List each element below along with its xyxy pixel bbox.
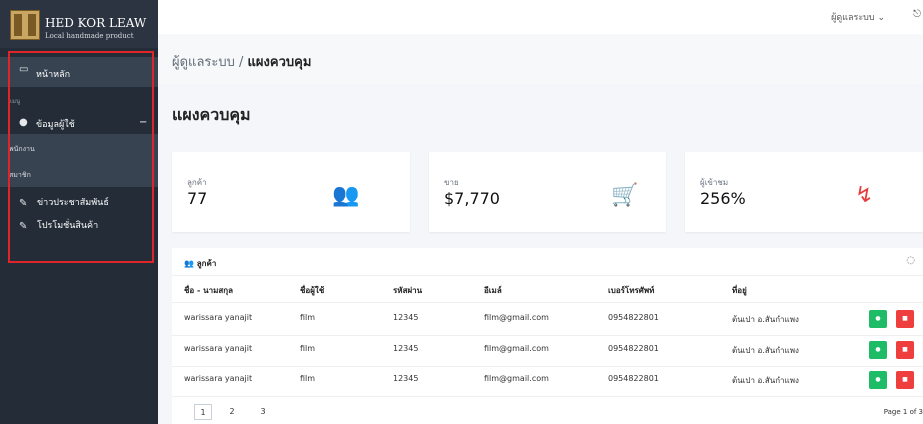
column-header-fullname: ชื่อ - นามสกุล bbox=[184, 286, 233, 295]
cell-username: film bbox=[300, 344, 316, 353]
sales-stat-card: ขาย $7,770 🛒 bbox=[429, 152, 666, 232]
customer-stat-card: ลูกค้า 77 👥 bbox=[172, 152, 410, 232]
logout-icon[interactable]: ⎋ bbox=[913, 9, 921, 20]
card-value: $7,770 bbox=[444, 189, 500, 208]
cell-password: 12345 bbox=[393, 374, 419, 383]
cell-address: ต้นเปา อ.สันกำแพง bbox=[732, 376, 799, 385]
cell-email: film@gmail.com bbox=[484, 313, 549, 322]
column-header-password: รหัสผ่าน bbox=[393, 286, 423, 295]
admin-user-menu[interactable]: ผู้ดูแลระบบ ⌄ bbox=[831, 10, 885, 24]
divider bbox=[172, 275, 923, 276]
cell-fullname: warissara yanajit bbox=[184, 313, 253, 322]
page-button-1[interactable]: 1 bbox=[194, 404, 212, 420]
divider bbox=[172, 302, 923, 303]
column-header-address: ที่อยู่ bbox=[732, 286, 747, 295]
cell-password: 12345 bbox=[393, 313, 419, 322]
users-icon: 👥 bbox=[332, 183, 360, 208]
view-button[interactable]: ● bbox=[869, 341, 887, 359]
cell-fullname: warissara yanajit bbox=[184, 344, 253, 353]
breadcrumb-current: แผงควบคุม bbox=[247, 55, 312, 70]
delete-button[interactable]: ■ bbox=[896, 371, 914, 389]
table-title: 👥 ลูกค้า bbox=[184, 259, 217, 268]
card-label: ลูกค้า bbox=[187, 178, 207, 187]
cart-icon: 🛒 bbox=[611, 183, 639, 208]
page-button-2[interactable]: 2 bbox=[223, 404, 241, 420]
view-button[interactable]: ● bbox=[869, 310, 887, 328]
card-label: ขาย bbox=[444, 178, 459, 187]
delete-button[interactable]: ■ bbox=[896, 310, 914, 328]
cell-email: film@gmail.com bbox=[484, 374, 549, 383]
divider bbox=[172, 335, 923, 336]
sidebar-highlight-box bbox=[8, 51, 154, 263]
page-button-3[interactable]: 3 bbox=[254, 404, 272, 420]
sidebar: HED KOR LEAW Local handmade product ▭ หน… bbox=[0, 0, 158, 424]
breadcrumb: ผู้ดูแลระบบ / แผงควบคุม bbox=[172, 51, 311, 72]
customer-table-card: 👥 ลูกค้า ◌ ชื่อ - นามสกุล ชื่อผู้ใช้ รหั… bbox=[172, 248, 923, 424]
cell-username: film bbox=[300, 374, 316, 383]
card-value: 77 bbox=[187, 189, 208, 208]
divider bbox=[172, 366, 923, 367]
card-label: ผู้เข้าชม bbox=[700, 178, 729, 187]
cell-email: film@gmail.com bbox=[484, 344, 549, 353]
view-button[interactable]: ● bbox=[869, 371, 887, 389]
cell-username: film bbox=[300, 313, 316, 322]
cell-password: 12345 bbox=[393, 344, 419, 353]
brand: HED KOR LEAW Local handmade product bbox=[0, 0, 158, 48]
cell-phone: 0954822801 bbox=[608, 374, 659, 383]
chart-icon: ↯ bbox=[855, 183, 874, 208]
brand-title: HED KOR LEAW bbox=[45, 16, 147, 30]
breadcrumb-bar: ผู้ดูแลระบบ / แผงควบคุม bbox=[158, 34, 923, 84]
delete-button[interactable]: ■ bbox=[896, 341, 914, 359]
page-info: Page 1 of 3 bbox=[883, 408, 923, 416]
cell-address: ต้นเปา อ.สันกำแพง bbox=[732, 315, 799, 324]
users-icon: 👥 bbox=[184, 259, 197, 268]
breadcrumb-separator: / bbox=[239, 55, 244, 70]
breadcrumb-parent[interactable]: ผู้ดูแลระบบ bbox=[172, 55, 235, 70]
card-value: 256% bbox=[700, 189, 746, 208]
cell-phone: 0954822801 bbox=[608, 313, 659, 322]
page-title: แผงควบคุม bbox=[172, 105, 251, 124]
refresh-icon[interactable]: ◌ bbox=[906, 255, 915, 266]
cell-fullname: warissara yanajit bbox=[184, 374, 253, 383]
brand-logo-icon bbox=[10, 10, 40, 40]
divider bbox=[172, 396, 923, 397]
column-header-email: อีเมล์ bbox=[484, 286, 502, 295]
cell-phone: 0954822801 bbox=[608, 344, 659, 353]
column-header-phone: เบอร์โทรศัพท์ bbox=[608, 286, 655, 295]
column-header-username: ชื่อผู้ใช้ bbox=[300, 286, 325, 295]
visitor-stat-card: ผู้เข้าชม 256% ↯ bbox=[685, 152, 923, 232]
top-bar: ผู้ดูแลระบบ ⌄ ⎋ bbox=[158, 0, 923, 34]
cell-address: ต้นเปา อ.สันกำแพง bbox=[732, 346, 799, 355]
brand-subtitle: Local handmade product bbox=[45, 32, 134, 40]
